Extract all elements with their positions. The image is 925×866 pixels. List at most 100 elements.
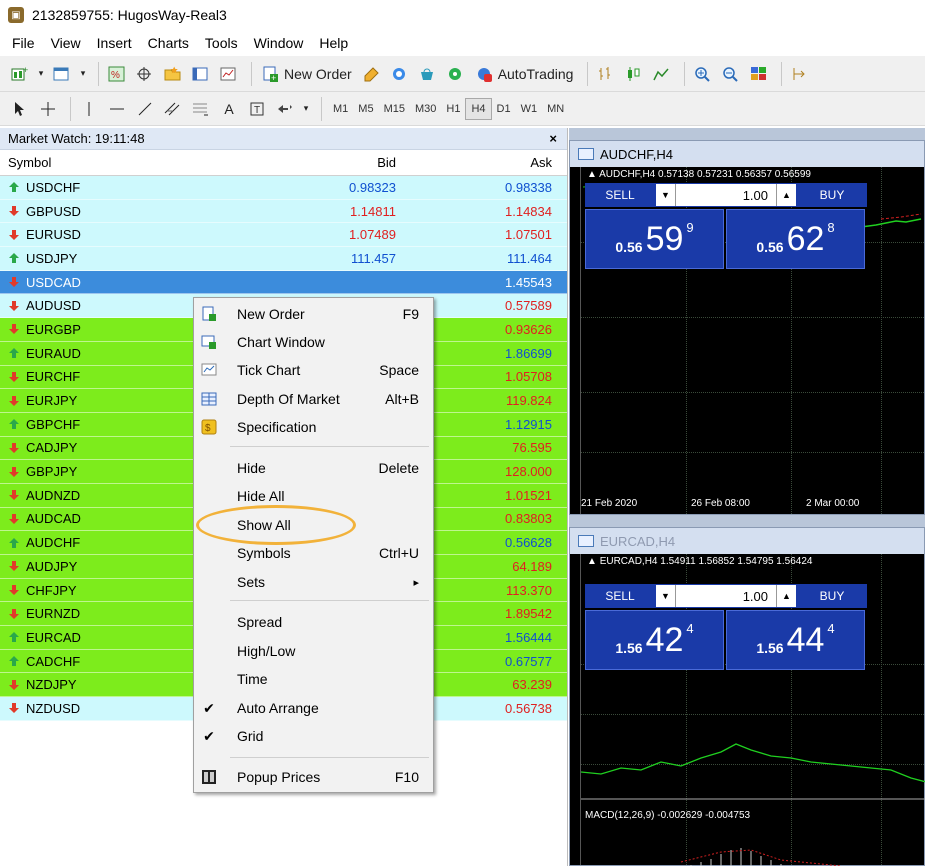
lot-up-icon[interactable]: ▲ bbox=[776, 585, 796, 607]
buy-price-button[interactable]: 0.56 62 8 bbox=[726, 209, 865, 269]
column-bid[interactable]: Bid bbox=[290, 155, 400, 170]
menu-item-popup-prices[interactable]: Popup Prices F10 bbox=[194, 764, 433, 790]
dropdown-arrow-icon[interactable]: ▾ bbox=[301, 96, 311, 122]
menu-item-hide-all[interactable]: Hide All bbox=[194, 483, 433, 509]
arrow-down-icon bbox=[8, 371, 22, 383]
lot-up-icon[interactable]: ▲ bbox=[776, 184, 796, 206]
arrows-icon[interactable] bbox=[273, 96, 297, 122]
menu-item-tick-chart[interactable]: Tick Chart Space bbox=[194, 357, 433, 383]
vertical-line-icon[interactable] bbox=[77, 96, 101, 122]
lot-down-icon[interactable]: ▼ bbox=[656, 184, 676, 206]
timeframe-d1[interactable]: D1 bbox=[492, 98, 516, 120]
column-symbol[interactable]: Symbol bbox=[0, 155, 290, 170]
timeframe-m1[interactable]: M1 bbox=[328, 98, 353, 120]
menu-item-high-low[interactable]: High/Low bbox=[194, 638, 433, 664]
table-row[interactable]: EURUSD 1.07489 1.07501 bbox=[0, 223, 567, 248]
sell-price-button[interactable]: 1.56 42 4 bbox=[585, 610, 724, 670]
lot-size-field[interactable]: ▼ 1.00 ▲ bbox=[655, 183, 797, 207]
menu-insert[interactable]: Insert bbox=[89, 35, 140, 51]
line-chart-icon[interactable] bbox=[650, 61, 674, 87]
text-label-icon[interactable]: T bbox=[245, 96, 269, 122]
autotrading-button[interactable]: AutoTrading bbox=[472, 61, 578, 87]
lot-down-icon[interactable]: ▼ bbox=[656, 585, 676, 607]
chart-window-audchf[interactable]: AUDCHF,H4 ▲ AUDCHF,H4 0.57138 0.57231 0.… bbox=[569, 140, 925, 515]
signals-icon[interactable] bbox=[388, 61, 412, 87]
bar-chart-icon[interactable] bbox=[594, 61, 618, 87]
menu-item-symbols[interactable]: Symbols Ctrl+U bbox=[194, 540, 433, 566]
chart-title-bar[interactable]: EURCAD,H4 bbox=[570, 528, 924, 554]
lot-size-field[interactable]: ▼ 1.00 ▲ bbox=[655, 584, 797, 608]
table-row[interactable]: USDJPY 111.457 111.464 bbox=[0, 247, 567, 271]
menu-item-chart-window[interactable]: Chart Window bbox=[194, 329, 433, 355]
market-icon[interactable] bbox=[416, 61, 440, 87]
menu-item-depth-of-market[interactable]: Depth Of Market Alt+B bbox=[194, 386, 433, 412]
terminal-icon[interactable] bbox=[189, 61, 213, 87]
timeframe-mn[interactable]: MN bbox=[542, 98, 569, 120]
time-label: 2 Mar 00:00 bbox=[806, 498, 860, 509]
trendline-icon[interactable] bbox=[133, 96, 157, 122]
symbol-name: NZDJPY bbox=[26, 677, 77, 693]
menu-item-spread[interactable]: Spread bbox=[194, 609, 433, 635]
sell-price-button[interactable]: 0.56 59 9 bbox=[585, 209, 724, 269]
chart-shift-icon[interactable] bbox=[788, 61, 812, 87]
close-icon[interactable]: × bbox=[549, 131, 557, 146]
sell-button[interactable]: SELL bbox=[585, 584, 655, 608]
dropdown-arrow-icon[interactable]: ▾ bbox=[78, 61, 88, 87]
timeframe-h4[interactable]: H4 bbox=[465, 97, 492, 120]
menu-tools[interactable]: Tools bbox=[197, 35, 246, 51]
new-order-button[interactable]: + New Order bbox=[258, 61, 356, 87]
market-watch-icon[interactable]: % bbox=[105, 61, 129, 87]
metaeditor-icon[interactable] bbox=[360, 61, 384, 87]
menu-help[interactable]: Help bbox=[311, 35, 356, 51]
cursor-icon[interactable] bbox=[8, 96, 32, 122]
timeframe-m5[interactable]: M5 bbox=[353, 98, 378, 120]
timeframe-w1[interactable]: W1 bbox=[516, 98, 543, 120]
table-row[interactable]: USDCAD 1.45543 bbox=[0, 270, 567, 295]
timeframe-h1[interactable]: H1 bbox=[441, 98, 465, 120]
equidistant-channel-icon[interactable] bbox=[161, 96, 185, 122]
menu-item-specification[interactable]: $ Specification bbox=[194, 414, 433, 440]
menu-window[interactable]: Window bbox=[246, 35, 312, 51]
navigator-icon[interactable] bbox=[161, 61, 185, 87]
sell-button[interactable]: SELL bbox=[585, 183, 655, 207]
menu-file[interactable]: File bbox=[4, 35, 43, 51]
drawing-toolbar: A T ▾ M1 M5 M15 M30 H1 H4 D1 W1 MN bbox=[0, 92, 925, 126]
column-ask[interactable]: Ask bbox=[400, 155, 558, 170]
buy-button[interactable]: BUY bbox=[797, 183, 867, 207]
dropdown-arrow-icon[interactable]: ▾ bbox=[36, 61, 46, 87]
chart-window-eurcad[interactable]: EURCAD,H4 ▲ EURCAD,H4 1.54911 1.56852 1.… bbox=[569, 527, 925, 866]
horizontal-line-icon[interactable] bbox=[105, 96, 129, 122]
menu-charts[interactable]: Charts bbox=[140, 35, 197, 51]
tile-windows-icon[interactable] bbox=[747, 61, 771, 87]
zoom-out-icon[interactable] bbox=[719, 61, 743, 87]
menu-item-time[interactable]: Time bbox=[194, 666, 433, 692]
lot-size-value[interactable]: 1.00 bbox=[676, 589, 776, 604]
arrow-down-icon bbox=[8, 229, 22, 241]
fibonacci-icon[interactable] bbox=[189, 96, 213, 122]
menu-view[interactable]: View bbox=[43, 35, 89, 51]
data-window-icon[interactable] bbox=[133, 61, 157, 87]
timeframe-m30[interactable]: M30 bbox=[410, 98, 441, 120]
menu-item-new-order[interactable]: New Order F9 bbox=[194, 301, 433, 327]
vps-icon[interactable] bbox=[444, 61, 468, 87]
text-tool-icon[interactable]: A bbox=[217, 96, 241, 122]
menu-item-sets[interactable]: Sets ▸ bbox=[194, 569, 433, 595]
chart-canvas[interactable]: ▲ AUDCHF,H4 0.57138 0.57231 0.56357 0.56… bbox=[580, 167, 924, 514]
lot-size-value[interactable]: 1.00 bbox=[676, 188, 776, 203]
candlestick-icon[interactable] bbox=[622, 61, 646, 87]
timeframe-m15[interactable]: M15 bbox=[379, 98, 410, 120]
menu-item-hide[interactable]: Hide Delete bbox=[194, 455, 433, 481]
chart-title-bar[interactable]: AUDCHF,H4 bbox=[570, 141, 924, 167]
profiles-icon[interactable] bbox=[50, 61, 74, 87]
zoom-in-icon[interactable] bbox=[691, 61, 715, 87]
menu-item-auto-arrange[interactable]: ✔ Auto Arrange bbox=[194, 695, 433, 721]
buy-button[interactable]: BUY bbox=[797, 584, 867, 608]
table-row[interactable]: GBPUSD 1.14811 1.14834 bbox=[0, 199, 567, 224]
strategy-tester-icon[interactable] bbox=[217, 61, 241, 87]
chart-canvas[interactable]: ▲ EURCAD,H4 1.54911 1.56852 1.54795 1.56… bbox=[580, 554, 925, 866]
table-row[interactable]: USDCHF 0.98323 0.98338 bbox=[0, 176, 567, 200]
buy-price-button[interactable]: 1.56 44 4 bbox=[726, 610, 865, 670]
crosshair-icon[interactable] bbox=[36, 96, 60, 122]
menu-item-grid[interactable]: ✔ Grid bbox=[194, 723, 433, 749]
new-chart-icon[interactable]: + bbox=[8, 61, 32, 87]
